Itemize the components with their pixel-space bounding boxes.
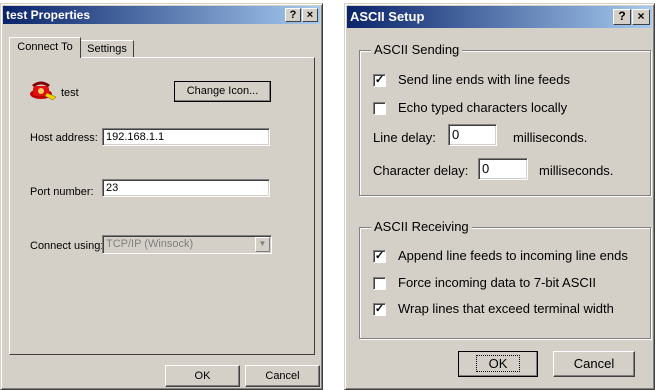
char-delay-unit: milliseconds.	[539, 163, 614, 178]
ascii-setup-window: ASCII Setup ? × ASCII Sending ✓ Send lin…	[344, 3, 655, 390]
cancel-button[interactable]: Cancel	[245, 365, 320, 387]
change-icon-button[interactable]: Change Icon...	[174, 81, 271, 102]
line-delay-label: Line delay:	[373, 130, 436, 145]
send-line-ends-checkbox[interactable]: ✓	[373, 74, 386, 87]
ascii-setup-title: ASCII Setup	[350, 9, 425, 24]
ascii-receiving-legend: ASCII Receiving	[371, 219, 472, 234]
force-7bit-checkbox[interactable]	[373, 277, 386, 290]
connect-using-select[interactable]: TCP/IP (Winsock) ▼	[102, 235, 272, 254]
phone-icon	[29, 77, 57, 101]
host-address-input[interactable]: 192.168.1.1	[102, 128, 270, 146]
append-lf-label[interactable]: Append line feeds to incoming line ends	[398, 248, 628, 263]
append-lf-checkbox[interactable]: ✓	[373, 250, 386, 263]
line-delay-input[interactable]: 0	[448, 124, 497, 146]
char-delay-label: Character delay:	[373, 163, 469, 178]
ascii-sending-legend: ASCII Sending	[371, 42, 463, 57]
properties-window: test Properties ? × Connect To Settings …	[0, 3, 323, 390]
properties-title-bar: test Properties ? ×	[3, 6, 320, 24]
help-button[interactable]: ?	[285, 8, 301, 22]
wrap-lines-checkbox[interactable]: ✓	[373, 303, 386, 316]
close-button[interactable]: ×	[632, 9, 650, 25]
port-number-input[interactable]: 23	[102, 179, 270, 197]
ok-button[interactable]: OK	[458, 351, 538, 377]
wrap-lines-label[interactable]: Wrap lines that exceed terminal width	[398, 301, 614, 316]
tab-settings[interactable]: Settings	[81, 40, 134, 58]
force-7bit-label[interactable]: Force incoming data to 7-bit ASCII	[398, 275, 596, 290]
port-number-label: Port number:	[30, 186, 94, 198]
connect-using-label: Connect using:	[30, 240, 104, 252]
host-address-label: Host address:	[30, 132, 98, 144]
cancel-button[interactable]: Cancel	[553, 351, 635, 377]
line-delay-unit: milliseconds.	[513, 130, 588, 145]
chevron-down-icon[interactable]: ▼	[255, 237, 270, 252]
send-line-ends-label[interactable]: Send line ends with line feeds	[398, 72, 570, 87]
char-delay-input[interactable]: 0	[478, 158, 528, 180]
ok-button[interactable]: OK	[165, 365, 240, 387]
close-button[interactable]: ×	[302, 8, 318, 22]
echo-chars-label[interactable]: Echo typed characters locally	[398, 100, 567, 115]
properties-title: test Properties	[6, 8, 91, 22]
ascii-setup-title-bar: ASCII Setup ? ×	[347, 6, 652, 28]
help-button[interactable]: ?	[613, 9, 631, 25]
connection-name: test	[61, 87, 79, 99]
echo-chars-checkbox[interactable]	[373, 102, 386, 115]
tab-connect-to[interactable]: Connect To	[9, 37, 81, 58]
